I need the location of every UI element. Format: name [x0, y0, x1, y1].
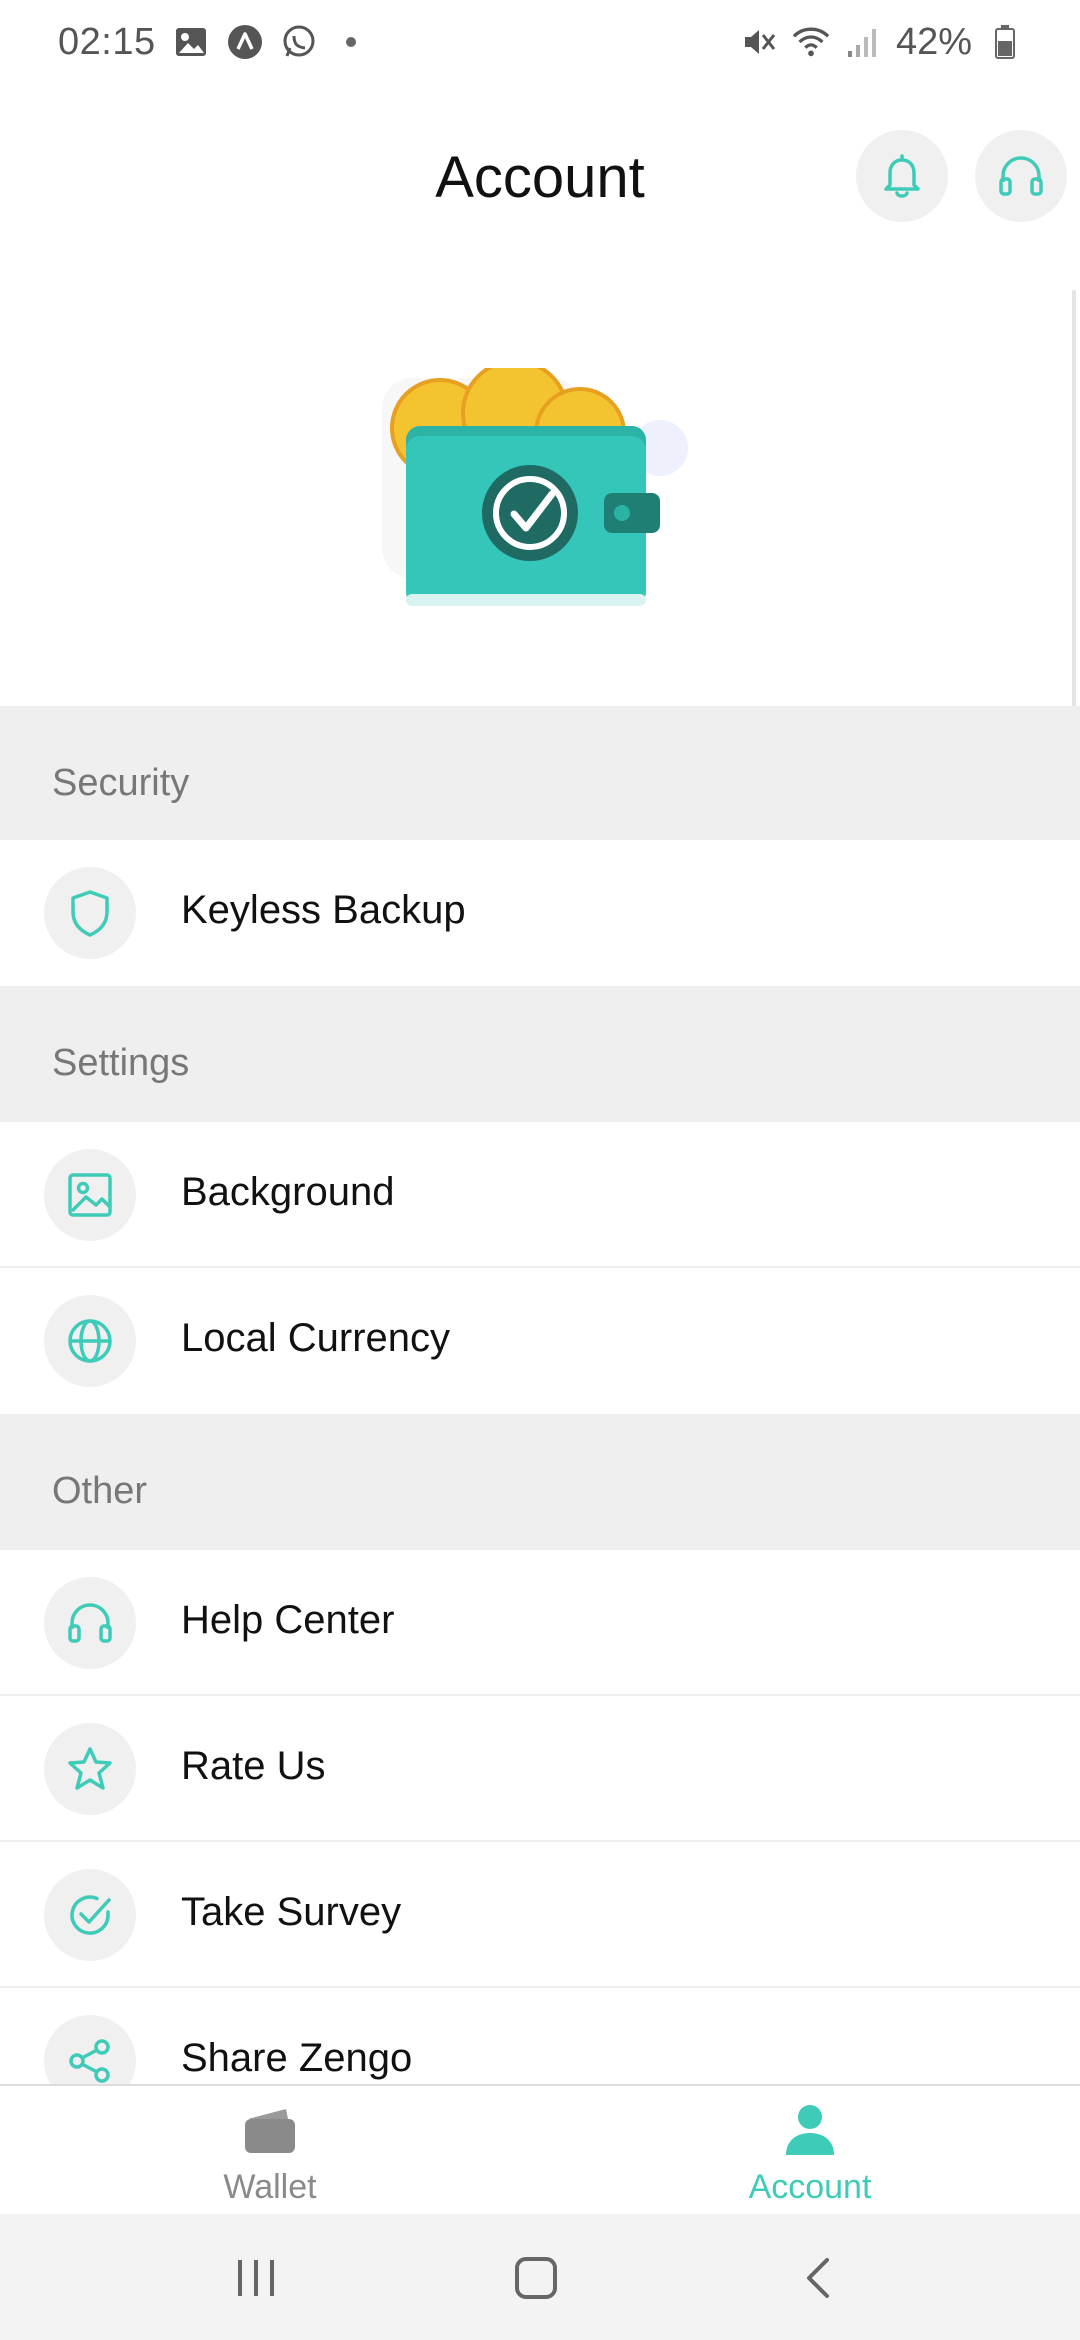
battery-icon [986, 23, 1024, 61]
section-header-settings: Settings [0, 986, 1080, 1122]
row-icon [44, 1723, 136, 1815]
image-icon [172, 23, 210, 61]
row-label: Local Currency [181, 1316, 451, 1360]
row-icon [44, 1149, 136, 1241]
user-icon [780, 2102, 840, 2158]
support-button[interactable] [975, 130, 1067, 222]
section-header-security: Security [0, 706, 1080, 840]
section-title: Settings [52, 1042, 190, 1084]
row-icon [44, 1869, 136, 1961]
app-header: Account [0, 120, 1080, 240]
bell-icon [884, 154, 920, 198]
row-label: Help Center [181, 1598, 395, 1642]
whatsapp-icon [280, 23, 318, 61]
shield-icon [71, 890, 109, 937]
row-label: Take Survey [181, 1890, 402, 1934]
notifications-button[interactable] [856, 130, 948, 222]
signal-icon [844, 23, 882, 61]
headphones-icon [68, 1603, 112, 1643]
list-item-background[interactable]: Background [0, 1122, 1080, 1268]
row-icon [44, 2015, 136, 2084]
nav-label: Account [748, 2168, 872, 2206]
status-right: 42% [740, 21, 1024, 64]
back-button[interactable] [786, 2246, 850, 2310]
home-button[interactable] [504, 2246, 568, 2310]
row-label: Share Zengo [181, 2036, 413, 2080]
recents-icon [238, 2260, 274, 2296]
list-item-share-zengo[interactable]: Share Zengo [0, 1988, 1080, 2084]
nav-tab-account[interactable]: Account [540, 2086, 1080, 2216]
row-label: Rate Us [181, 1744, 326, 1788]
row-label: Background [181, 1170, 395, 1214]
check-circle-icon [70, 1895, 111, 1935]
list-item-take-survey[interactable]: Take Survey [0, 1842, 1080, 1988]
wallet-illustration [382, 368, 688, 606]
globe-icon [68, 1319, 112, 1363]
dot-icon [345, 37, 356, 47]
status-bar: 02:15 42% [0, 0, 1080, 84]
wallet-hero [0, 290, 1080, 710]
share-icon [69, 2039, 110, 2083]
section-header-other: Other [0, 1414, 1080, 1550]
back-icon [807, 2258, 829, 2298]
recents-button[interactable] [224, 2246, 288, 2310]
list-item-help-center[interactable]: Help Center [0, 1550, 1080, 1696]
battery-percent: 42% [895, 20, 972, 63]
wallet-icon [240, 2102, 300, 2158]
row-icon [44, 1577, 136, 1669]
list-item-keyless-backup[interactable]: Keyless Backup [0, 840, 1080, 986]
status-left: 02:15 [58, 21, 356, 64]
image-icon [68, 1173, 112, 1217]
star-icon [68, 1747, 112, 1790]
system-navigation-bar [0, 2214, 1080, 2340]
status-time: 02:15 [58, 20, 156, 63]
row-icon [44, 1295, 136, 1387]
list-item-rate-us[interactable]: Rate Us [0, 1696, 1080, 1842]
row-label: Keyless Backup [181, 888, 466, 932]
home-icon [515, 2257, 557, 2299]
headphones-icon [999, 156, 1043, 196]
list-item-local-currency[interactable]: Local Currency [0, 1268, 1080, 1414]
nav-tab-wallet[interactable]: Wallet [0, 2086, 540, 2216]
nav-label: Wallet [223, 2168, 317, 2206]
arch-app-icon [226, 23, 264, 61]
section-title: Security [52, 762, 190, 804]
bottom-navigation: Wallet Account [0, 2084, 1080, 2214]
row-icon [44, 867, 136, 959]
wifi-icon [792, 23, 830, 61]
section-title: Other [52, 1470, 148, 1512]
mute-icon [740, 23, 778, 61]
